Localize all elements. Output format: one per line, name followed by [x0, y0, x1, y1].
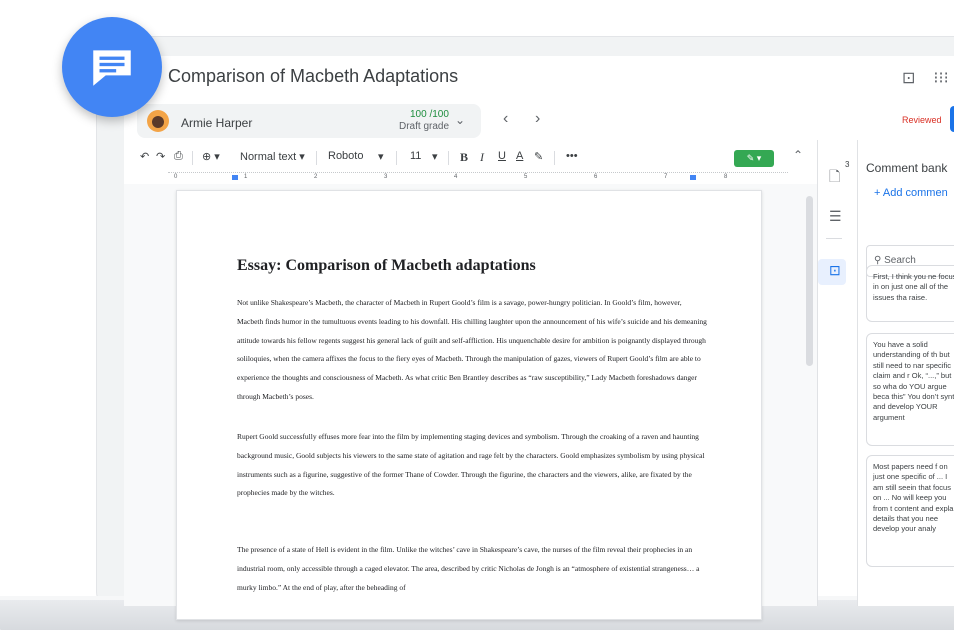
toolbar-divider [192, 151, 193, 165]
top-icons: ⊡ ⁝⁝⁝ [902, 68, 949, 88]
bold-button[interactable]: B [460, 150, 468, 165]
student-name: Armie Harper [181, 116, 253, 130]
essay-paragraph: Rupert Goold successfully effuses more f… [237, 432, 705, 498]
ruler-tick: 0 [174, 174, 178, 180]
ruler-tick: 2 [314, 174, 318, 180]
print-icon[interactable]: ⎙ [174, 150, 183, 163]
font-dropdown[interactable]: Roboto [328, 150, 363, 162]
ruler-tick: 5 [524, 174, 528, 180]
avatar [147, 110, 169, 132]
left-indent-marker[interactable] [232, 175, 238, 180]
toolbar-divider [396, 151, 397, 165]
comment-card[interactable]: Most papers need f on just one specific … [866, 455, 954, 567]
comment-card[interactable]: First, I think you ne focus in on just o… [866, 265, 954, 322]
highlight-icon[interactable]: ✎ [534, 150, 543, 163]
font-size-input[interactable]: 11 [410, 150, 421, 162]
more-options-icon[interactable]: ••• [566, 150, 578, 162]
ruler-tick: 8 [724, 174, 728, 180]
reviewed-status: Reviewed [902, 115, 942, 125]
ruler-tick: 3 [384, 174, 388, 180]
comment-bank-title: Comment bank [866, 161, 948, 175]
ruler-tick: 1 [244, 174, 248, 180]
zoom-icon[interactable]: ⊕ ▾ [202, 150, 220, 163]
font-size-arrow[interactable]: ▾ [432, 150, 438, 163]
essay-heading: Essay: Comparison of Macbeth adaptations [237, 257, 536, 274]
toolbar-divider [448, 151, 449, 165]
editing-mode-button[interactable]: ✎ ▾ [734, 150, 774, 167]
outline-icon[interactable]: ☰ [829, 208, 842, 225]
chevron-left-icon[interactable]: ‹ [503, 110, 508, 128]
chevron-down-icon[interactable]: ⌄ [455, 113, 465, 127]
toolbar-divider [554, 151, 555, 165]
rubric-icon[interactable]: 🗋 [829, 166, 840, 190]
chevron-up-icon[interactable]: ⌃ [793, 148, 803, 162]
comment-icon[interactable]: ⊡ [902, 68, 915, 88]
text-color-button[interactable]: A [516, 150, 523, 162]
paragraph-style-dropdown[interactable]: Normal text ▾ [240, 150, 305, 163]
ruler-tick: 7 [664, 174, 668, 180]
comment-card[interactable]: You have a solid understanding of th but… [866, 333, 954, 446]
ruler-tick: 4 [454, 174, 458, 180]
return-button[interactable] [950, 106, 954, 132]
essay-paragraph: The presence of a state of Hell is evide… [237, 545, 700, 592]
scrollbar[interactable] [806, 196, 813, 366]
stage: Comparison of Macbeth Adaptations ⊡ ⁝⁝⁝ … [0, 0, 954, 630]
toolbar-divider [316, 151, 317, 165]
add-comment-button[interactable]: + Add commen [874, 187, 948, 199]
chevron-right-icon[interactable]: › [535, 110, 540, 128]
apps-grid-icon[interactable]: ⁝⁝⁝ [933, 68, 948, 88]
undo-icon[interactable]: ↶ [140, 150, 149, 163]
grade-value[interactable]: 100 /100 [410, 109, 449, 120]
redo-icon[interactable]: ↷ [156, 150, 165, 163]
grade-label: Draft grade [399, 121, 450, 132]
right-indent-marker[interactable] [690, 175, 696, 180]
editing-toolbar: ↶ ↷ ⎙ ⊕ ▾ Normal text ▾ Roboto ▾ 11 ▾ B … [124, 146, 804, 170]
rail-divider [826, 238, 842, 239]
ruler-tick: 6 [594, 174, 598, 180]
essay-paragraph: Not unlike Shakespeare’s Macbeth, the ch… [237, 298, 707, 401]
message-icon-graphic [93, 50, 131, 86]
font-dropdown-arrow[interactable]: ▾ [378, 150, 384, 163]
rubric-count-badge: 3 [845, 160, 850, 169]
italic-button[interactable]: I [480, 150, 484, 165]
message-icon [62, 17, 162, 117]
underline-button[interactable]: U [498, 150, 506, 162]
comment-bank-icon[interactable]: ⊡ [829, 262, 841, 279]
document-title: Comparison of Macbeth Adaptations [168, 66, 459, 86]
